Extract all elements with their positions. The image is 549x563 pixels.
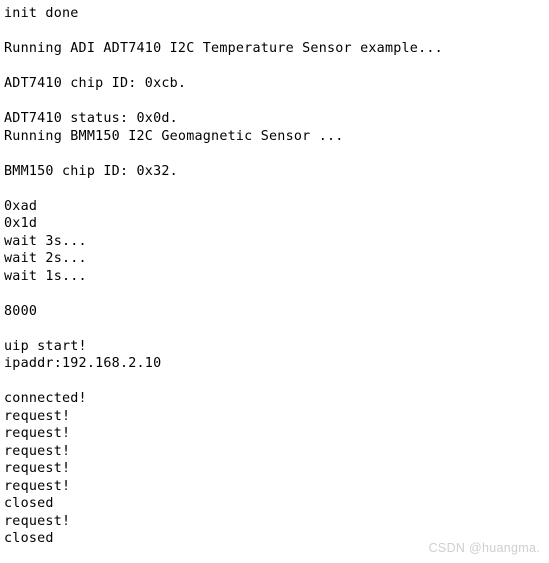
log-line-blank (4, 320, 549, 338)
log-line: ipaddr:192.168.2.10 (4, 356, 162, 371)
log-line: BMM150 chip ID: 0x32. (4, 163, 178, 179)
log-line: connected! (4, 391, 87, 406)
log-line-blank (4, 58, 549, 76)
log-line: request! (4, 478, 71, 494)
log-line: 0x1d (4, 216, 38, 231)
log-line: wait 1s... (4, 268, 87, 284)
log-line-blank (4, 145, 549, 163)
log-line: Running ADI ADT7410 I2C Temperature Sens… (4, 41, 443, 56)
log-line-blank (4, 180, 549, 198)
log-line-blank (4, 93, 549, 111)
log-line: request! (4, 426, 71, 441)
log-line: request! (4, 513, 71, 529)
log-line: 8000 (4, 303, 38, 319)
log-line: request! (4, 408, 71, 424)
log-line: request! (4, 443, 71, 459)
log-line-blank (4, 23, 549, 41)
log-line: ADT7410 status: 0x0d. (4, 111, 178, 126)
log-line: init done (4, 6, 79, 21)
log-line: closed (4, 496, 54, 511)
log-line: uip start! (4, 338, 87, 354)
log-line: wait 2s... (4, 251, 87, 266)
log-line: 0xad (4, 198, 38, 214)
log-line: wait 3s... (4, 233, 87, 249)
log-line-blank (4, 285, 549, 303)
log-line: request! (4, 461, 71, 476)
watermark-label: CSDN @huangma. (428, 541, 540, 555)
log-line: Running BMM150 I2C Geomagnetic Sensor ..… (4, 128, 344, 144)
console-output[interactable]: init done Running ADI ADT7410 I2C Temper… (0, 0, 549, 548)
log-line-blank (4, 373, 549, 391)
log-line: ADT7410 chip ID: 0xcb. (4, 76, 187, 91)
